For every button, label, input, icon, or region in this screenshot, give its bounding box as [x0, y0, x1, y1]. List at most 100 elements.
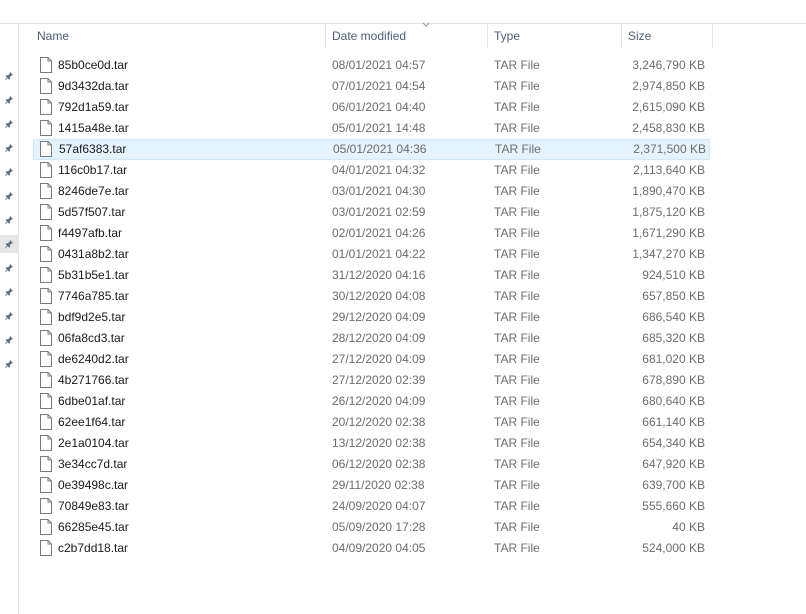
column-header-size[interactable]: Size	[628, 24, 651, 48]
file-icon	[40, 141, 52, 157]
file-row[interactable]: bdf9d2e5.tar 29/12/2020 04:09 TAR File 686,…	[33, 307, 710, 328]
file-icon	[40, 330, 52, 346]
pin-icon[interactable]	[2, 261, 16, 275]
file-row[interactable]: 792d1a59.tar 06/01/2021 04:40 TAR File 2,61…	[33, 97, 710, 118]
file-row[interactable]: 85b0ce0d.tar 08/01/2021 04:57 TAR File 3,24…	[33, 55, 710, 76]
pin-icon[interactable]	[2, 309, 16, 323]
file-row[interactable]: 7746a785.tar 30/12/2020 04:08 TAR File 657,…	[33, 286, 710, 307]
file-date-modified: 20/12/2020 02:38	[332, 415, 426, 429]
column-header-name[interactable]: Name	[37, 24, 69, 48]
file-row[interactable]: f4497afb.tar 02/01/2021 04:26 TAR File 1,67…	[33, 223, 710, 244]
file-size: 1,875,120 KB	[632, 205, 705, 219]
pin-icon[interactable]	[2, 93, 16, 107]
pin-icon[interactable]	[2, 117, 16, 131]
file-size: 685,320 KB	[642, 331, 705, 345]
pin-icon[interactable]	[2, 333, 16, 347]
file-date-modified: 28/12/2020 04:09	[332, 331, 426, 345]
file-row[interactable]: de6240d2.tar 27/12/2020 04:09 TAR File 681,…	[33, 349, 710, 370]
file-name: 6dbe01af.tar	[58, 394, 126, 408]
file-name: 85b0ce0d.tar	[58, 58, 129, 72]
file-row[interactable]: 0e39498c.tar 29/11/2020 02:38 TAR File 639,…	[33, 475, 710, 496]
pin-icon[interactable]	[2, 165, 16, 179]
file-size: 2,113,640 KB	[633, 163, 705, 177]
file-icon	[40, 225, 52, 241]
file-row[interactable]: 4b271766.tar 27/12/2020 02:39 TAR File 678,…	[33, 370, 710, 391]
column-divider[interactable]	[712, 24, 713, 48]
file-row[interactable]: 8246de7e.tar 03/01/2021 04:30 TAR File 1,89…	[33, 181, 710, 202]
file-name: 2e1a0104.tar	[58, 436, 129, 450]
column-header-type[interactable]: Type	[494, 24, 520, 48]
file-icon	[40, 540, 52, 556]
file-date-modified: 04/01/2021 04:32	[332, 163, 426, 177]
file-row[interactable]: 57af6383.tar 05/01/2021 04:36 TAR File 2,37…	[33, 139, 710, 160]
file-icon	[40, 78, 52, 94]
pin-icon[interactable]	[2, 141, 16, 155]
file-type: TAR File	[494, 289, 540, 303]
file-type: TAR File	[494, 541, 540, 555]
pin-icon[interactable]	[0, 235, 18, 253]
file-row[interactable]: 9d3432da.tar 07/01/2021 04:54 TAR File 2,97…	[33, 76, 710, 97]
file-date-modified: 13/12/2020 02:38	[332, 436, 426, 450]
file-type: TAR File	[494, 163, 540, 177]
file-icon	[40, 288, 52, 304]
file-row[interactable]: 3e34cc7d.tar 06/12/2020 02:38 TAR File 647,…	[33, 454, 710, 475]
file-row[interactable]: 70849e83.tar 24/09/2020 04:07 TAR File 555,…	[33, 496, 710, 517]
file-icon	[40, 372, 52, 388]
column-header-date-modified[interactable]: Date modified	[332, 24, 406, 48]
file-type: TAR File	[494, 79, 540, 93]
file-size: 647,920 KB	[642, 457, 705, 471]
pin-icon[interactable]	[2, 285, 16, 299]
file-row[interactable]: 66285e45.tar 05/09/2020 17:28 TAR File 40 K…	[33, 517, 710, 538]
toolbar-area	[0, 0, 806, 24]
file-date-modified: 06/12/2020 02:38	[332, 457, 426, 471]
file-row[interactable]: 62ee1f64.tar 20/12/2020 02:38 TAR File 661,…	[33, 412, 710, 433]
file-list: 85b0ce0d.tar 08/01/2021 04:57 TAR File 3,24…	[33, 55, 710, 559]
file-size: 1,347,270 KB	[632, 247, 705, 261]
file-row[interactable]: 5b31b5e1.tar 31/12/2020 04:16 TAR File 924,…	[33, 265, 710, 286]
file-date-modified: 05/09/2020 17:28	[332, 520, 426, 534]
pin-icon[interactable]	[2, 357, 16, 371]
column-divider[interactable]	[487, 24, 488, 48]
file-row[interactable]: 06fa8cd3.tar 28/12/2020 04:09 TAR File 685,…	[33, 328, 710, 349]
file-icon	[40, 204, 52, 220]
file-size: 686,540 KB	[642, 310, 705, 324]
file-date-modified: 08/01/2021 04:57	[332, 58, 426, 72]
file-name: 4b271766.tar	[58, 373, 129, 387]
file-row[interactable]: 6dbe01af.tar 26/12/2020 04:09 TAR File 680,…	[33, 391, 710, 412]
file-icon	[40, 57, 52, 73]
file-icon	[40, 99, 52, 115]
file-name: 9d3432da.tar	[58, 79, 129, 93]
file-size: 661,140 KB	[642, 415, 705, 429]
file-row[interactable]: 1415a48e.tar 05/01/2021 14:48 TAR File 2,45…	[33, 118, 710, 139]
file-name: 792d1a59.tar	[58, 100, 129, 114]
file-date-modified: 02/01/2021 04:26	[332, 226, 426, 240]
file-row[interactable]: 5d57f507.tar 03/01/2021 02:59 TAR File 1,87…	[33, 202, 710, 223]
file-type: TAR File	[494, 394, 540, 408]
file-name: de6240d2.tar	[58, 352, 129, 366]
file-date-modified: 03/01/2021 04:30	[332, 184, 426, 198]
file-row[interactable]: c2b7dd18.tar 04/09/2020 04:05 TAR File 524,…	[33, 538, 710, 559]
file-icon	[40, 351, 52, 367]
file-row[interactable]: 0431a8b2.tar 01/01/2021 04:22 TAR File 1,34…	[33, 244, 710, 265]
file-size: 40 KB	[672, 520, 705, 534]
file-date-modified: 31/12/2020 04:16	[332, 268, 426, 282]
file-row[interactable]: 116c0b17.tar 04/01/2021 04:32 TAR File 2,11…	[33, 160, 710, 181]
file-name: 57af6383.tar	[59, 142, 127, 156]
pin-icon[interactable]	[2, 213, 16, 227]
file-type: TAR File	[494, 520, 540, 534]
file-icon	[40, 435, 52, 451]
file-name: 66285e45.tar	[58, 520, 129, 534]
file-icon	[40, 162, 52, 178]
column-divider[interactable]	[621, 24, 622, 48]
file-row[interactable]: 2e1a0104.tar 13/12/2020 02:38 TAR File 654,…	[33, 433, 710, 454]
file-name: 0e39498c.tar	[58, 478, 129, 492]
file-date-modified: 03/01/2021 02:59	[332, 205, 426, 219]
file-name: 1415a48e.tar	[58, 121, 129, 135]
file-type: TAR File	[494, 499, 540, 513]
file-name: 5b31b5e1.tar	[58, 268, 129, 282]
file-icon	[40, 267, 52, 283]
pin-icon[interactable]	[2, 69, 16, 83]
column-divider[interactable]	[325, 24, 326, 48]
pin-icon[interactable]	[2, 189, 16, 203]
file-size: 3,246,790 KB	[632, 58, 705, 72]
